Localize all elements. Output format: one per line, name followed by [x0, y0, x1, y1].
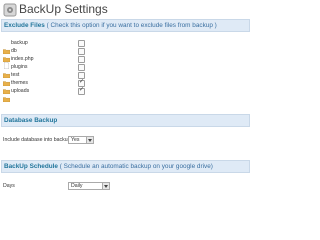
backup-schedule-header: BackUp Schedule ( Schedule an automatic …	[1, 160, 250, 173]
exclude-checkbox-uploads[interactable]: ✓	[78, 87, 85, 95]
include-database-select[interactable]: Yes	[68, 136, 94, 144]
include-database-value: Yes	[71, 137, 80, 143]
file-row-plugins: plugins	[0, 64, 252, 79]
file-icon	[3, 56, 10, 70]
chevron-down-icon	[102, 183, 109, 189]
exclude-checkbox-themes[interactable]: ✓	[78, 79, 85, 87]
file-label: index.php	[11, 56, 34, 62]
backup-schedule-title: BackUp Schedule	[4, 163, 58, 170]
exclude-checkbox-db[interactable]	[78, 48, 85, 55]
folder-icon	[2, 49, 11, 63]
checkmark-icon: ✓	[79, 79, 85, 85]
exclude-checkbox-index-php[interactable]	[78, 56, 85, 63]
file-label: db	[11, 48, 17, 54]
chevron-down-icon	[86, 137, 93, 143]
exclude-files-note: ( Check this option if you want to exclu…	[46, 22, 217, 29]
file-label: backup	[11, 40, 28, 46]
folder-icon	[2, 41, 11, 55]
database-backup-header: Database Backup	[1, 114, 250, 127]
file-row-backup: backup	[0, 40, 252, 55]
file-row-index-php: index.php	[0, 56, 252, 70]
exclude-checkbox-test[interactable]	[78, 72, 85, 79]
days-label: Days	[3, 183, 15, 189]
include-database-label: Include database into backup :	[3, 137, 74, 143]
page-title-row: BackUp Settings	[0, 0, 252, 20]
file-row-uploads: uploads ✓	[0, 87, 252, 103]
file-label: themes	[11, 80, 29, 86]
database-backup-title: Database Backup	[4, 117, 58, 124]
file-row-test: test	[0, 72, 252, 87]
exclude-checkbox-backup[interactable]	[78, 40, 85, 47]
backup-schedule-note: ( Schedule an automatic backup on your g…	[59, 163, 213, 170]
file-row-db: db	[0, 48, 252, 63]
folder-icon	[2, 65, 11, 79]
folder-icon	[2, 73, 11, 87]
file-label: test	[11, 72, 20, 78]
file-row-themes: themes ✓	[0, 79, 252, 95]
file-label: uploads	[11, 88, 30, 94]
file-label: plugins	[11, 64, 28, 70]
exclude-files-header: Exclude Files ( Check this option if you…	[1, 19, 250, 32]
days-select[interactable]: Daily	[68, 182, 110, 190]
checkmark-icon: ✓	[79, 87, 85, 93]
exclude-checkbox-plugins[interactable]	[78, 64, 85, 71]
backup-settings-icon	[3, 3, 17, 17]
days-value: Daily	[71, 183, 83, 189]
exclude-files-title: Exclude Files	[4, 22, 45, 29]
folder-icon	[2, 81, 11, 95]
folder-icon	[2, 89, 11, 103]
page-title: BackUp Settings	[19, 2, 108, 16]
